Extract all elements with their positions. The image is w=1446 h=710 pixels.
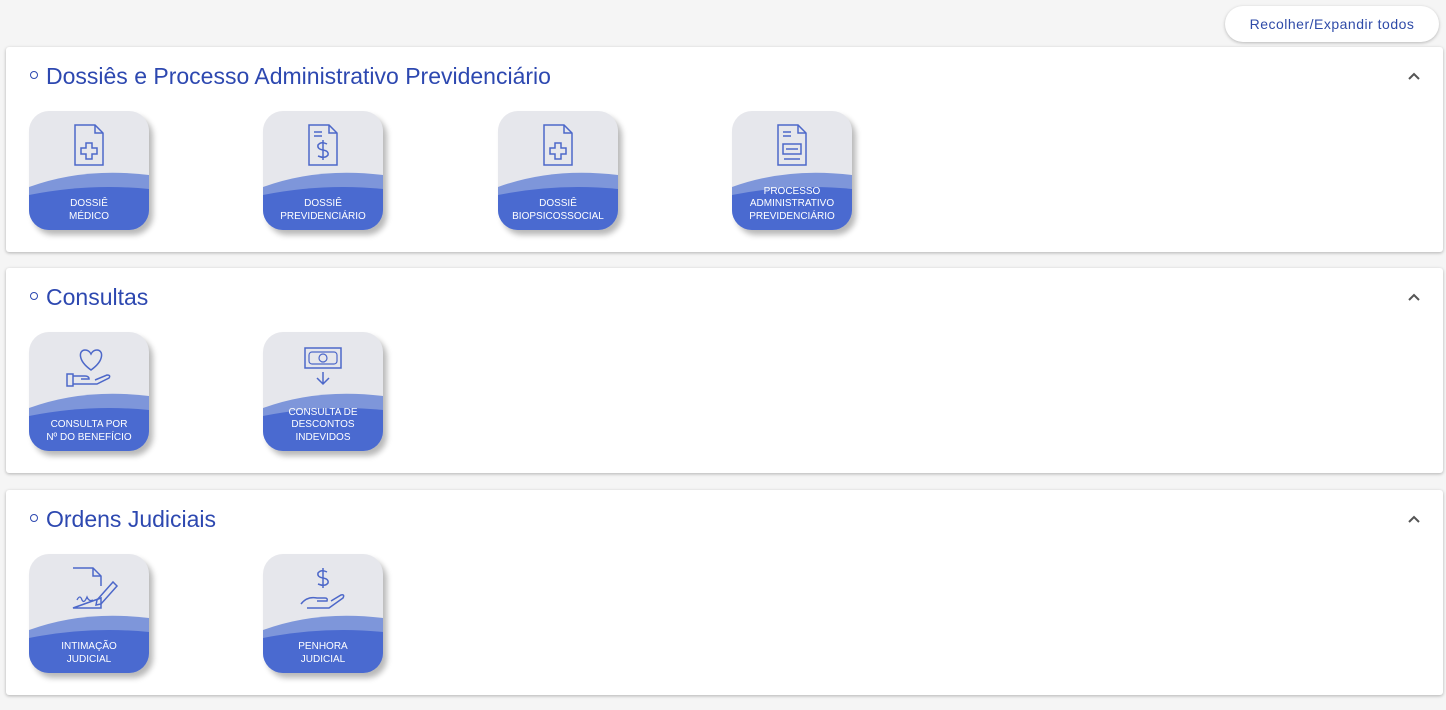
section-header[interactable]: Consultas: [6, 268, 1443, 330]
section-title: Ordens Judiciais: [30, 506, 216, 533]
bullet-icon: [30, 513, 38, 522]
section-header[interactable]: Dossiês e Processo Administrativo Previd…: [6, 47, 1443, 109]
section-ordens-judiciais: Ordens Judiciais INTIMAÇÃO JUDICIAL PENHO…: [6, 490, 1443, 695]
tile-label: DOSSIÊ PREVIDENCIÁRIO: [280, 198, 366, 222]
section-title: Consultas: [30, 284, 148, 311]
bullet-icon: [30, 70, 38, 79]
tile-label: CONSULTA POR Nº DO BENEFÍCIO: [46, 419, 132, 443]
tile-label: CONSULTA DE DESCONTOS INDEVIDOS: [288, 406, 358, 443]
tile-label: DOSSIÊ BIOPSICOSSOCIAL: [512, 198, 604, 222]
chevron-up-icon[interactable]: [1407, 512, 1421, 526]
medical-document-icon: [543, 124, 573, 166]
signature-document-icon: [72, 567, 119, 609]
collapse-expand-all-button[interactable]: Recolher/Expandir todos: [1225, 6, 1439, 42]
section-header[interactable]: Ordens Judiciais: [6, 490, 1443, 552]
tile-dossie-biopsicossocial[interactable]: DOSSIÊ BIOPSICOSSOCIAL: [498, 111, 618, 230]
tile-intimacao-judicial[interactable]: INTIMAÇÃO JUDICIAL: [29, 554, 149, 673]
tile-dossie-medico[interactable]: DOSSIÊ MÉDICO: [29, 111, 149, 230]
tile-label: INTIMAÇÃO JUDICIAL: [61, 641, 117, 665]
section-dossies: Dossiês e Processo Administrativo Previd…: [6, 47, 1443, 252]
section-title-text: Consultas: [46, 284, 149, 310]
tile-penhora-judicial[interactable]: PENHORA JUDICIAL: [263, 554, 383, 673]
form-document-icon: [777, 124, 807, 166]
medical-document-icon: [74, 124, 104, 166]
money-document-icon: [308, 124, 338, 166]
heart-hand-icon: [66, 349, 111, 387]
tile-label: PROCESSO ADMINISTRATIVO PREVIDENCIÁRIO: [749, 185, 835, 222]
tile-label: DOSSIÊ MÉDICO: [69, 198, 109, 222]
section-consultas: Consultas CONSULTA POR Nº DO BENEFÍCIO CO…: [6, 268, 1443, 473]
bullet-icon: [30, 291, 38, 300]
section-title-text: Ordens Judiciais: [46, 506, 217, 532]
money-hand-icon: [300, 568, 345, 609]
tile-processo-administrativo[interactable]: PROCESSO ADMINISTRATIVO PREVIDENCIÁRIO: [732, 111, 852, 230]
section-title-text: Dossiês e Processo Administrativo Previd…: [46, 63, 551, 89]
tile-label: PENHORA JUDICIAL: [298, 641, 348, 665]
tile-dossie-previdenciario[interactable]: DOSSIÊ PREVIDENCIÁRIO: [263, 111, 383, 230]
section-title: Dossiês e Processo Administrativo Previd…: [30, 63, 551, 90]
chevron-up-icon[interactable]: [1407, 290, 1421, 304]
tile-consulta-descontos[interactable]: CONSULTA DE DESCONTOS INDEVIDOS: [263, 332, 383, 451]
banknote-down-icon: [304, 347, 342, 386]
chevron-up-icon[interactable]: [1407, 69, 1421, 83]
tile-consulta-beneficio[interactable]: CONSULTA POR Nº DO BENEFÍCIO: [29, 332, 149, 451]
